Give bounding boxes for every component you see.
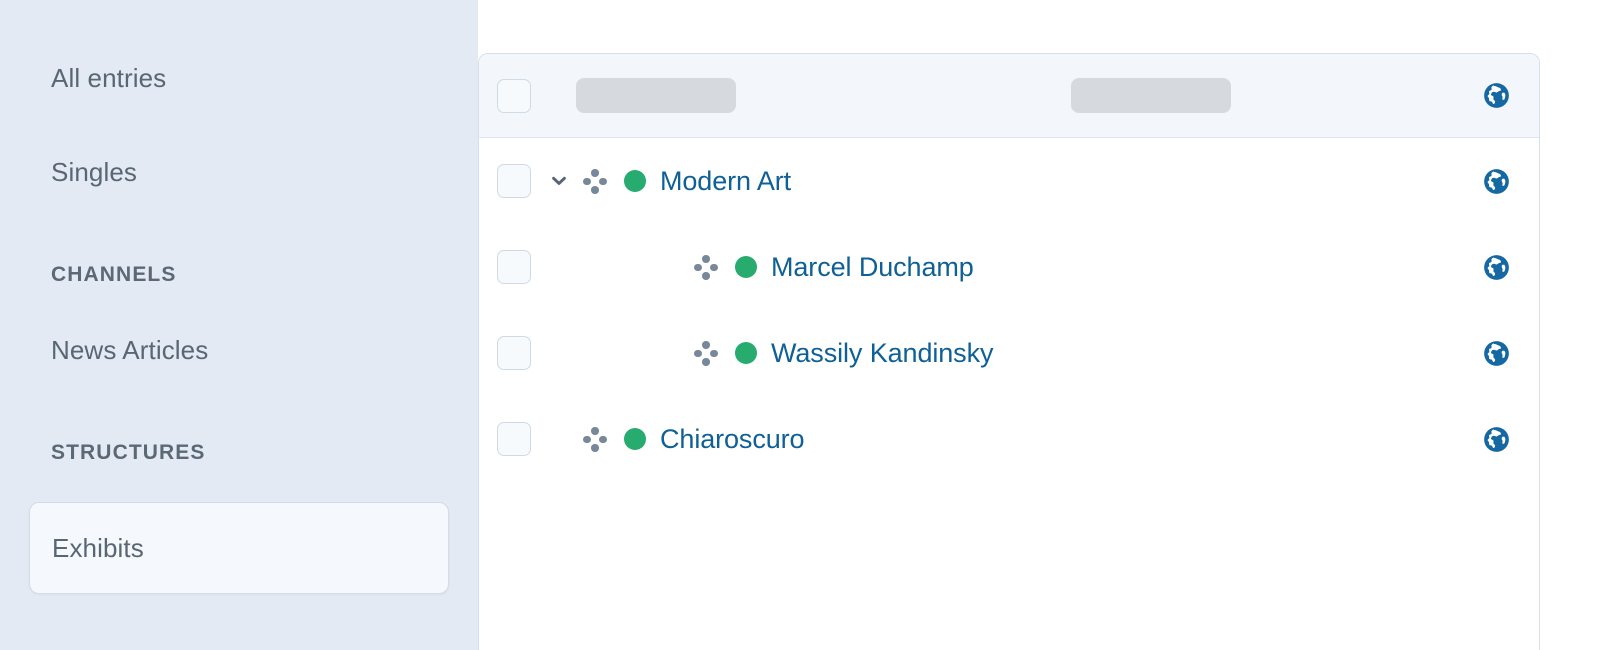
entries-page: All entries Singles CHANNELS News Articl… [0, 0, 1600, 650]
row-checkbox[interactable] [496, 164, 531, 198]
row-globe-cell[interactable] [1453, 340, 1539, 367]
expand-toggle-chevron-down-icon[interactable] [548, 170, 570, 192]
entry-title-link[interactable]: Wassily Kandinsky [771, 338, 993, 369]
table-row[interactable]: Wassily Kandinsky [479, 310, 1539, 396]
select-all-cell [479, 78, 548, 113]
sidebar-item-label: Singles [51, 156, 137, 187]
globe-icon [1483, 340, 1509, 366]
sidebar-item-label: All entries [51, 62, 167, 93]
sidebar-item-exhibits[interactable]: Exhibits [29, 502, 449, 594]
sidebar-item-singles[interactable]: Singles [29, 146, 449, 198]
sidebar-heading-channels: CHANNELS [51, 263, 177, 286]
status-badge [624, 170, 646, 192]
entry-title-link[interactable]: Modern Art [660, 166, 791, 197]
row-globe-cell[interactable] [1453, 168, 1539, 195]
sidebar-item-all-entries[interactable]: All entries [29, 52, 449, 104]
globe-icon [1483, 168, 1509, 194]
status-badge [735, 342, 757, 364]
row-content: Marcel Duchamp [548, 252, 1539, 283]
table-row[interactable]: Marcel Duchamp [479, 224, 1539, 310]
row-checkbox[interactable] [496, 250, 531, 284]
row-checkbox[interactable] [496, 336, 531, 370]
row-checkbox-cell [479, 250, 548, 284]
table-body: Modern Art Marcel Duchamp Wassily Kandin… [479, 138, 1539, 482]
globe-icon [1483, 254, 1509, 280]
table-row[interactable]: Chiaroscuro [479, 396, 1539, 482]
sidebar-item-label: Exhibits [52, 532, 144, 563]
drag-handle-icon[interactable] [582, 168, 608, 194]
drag-handle-icon[interactable] [693, 340, 719, 366]
row-content: Modern Art [548, 166, 1539, 197]
entry-title-link[interactable]: Marcel Duchamp [771, 252, 974, 283]
entries-table: Modern Art Marcel Duchamp Wassily Kandin… [478, 53, 1540, 650]
sidebar-item-label: News Articles [51, 334, 209, 365]
chevron-down-icon [552, 176, 566, 185]
status-badge [624, 428, 646, 450]
row-content: Chiaroscuro [548, 424, 1539, 455]
column-header-globe-cell [1453, 82, 1539, 109]
select-all-checkbox[interactable] [496, 78, 531, 113]
row-checkbox-cell [479, 422, 548, 456]
globe-icon [1483, 83, 1509, 108]
column-header-placeholder-2 [1071, 78, 1231, 113]
status-badge [735, 256, 757, 278]
row-globe-cell[interactable] [1453, 254, 1539, 281]
main-content: Modern Art Marcel Duchamp Wassily Kandin… [478, 0, 1600, 650]
row-checkbox-cell [479, 336, 548, 370]
row-checkbox-cell [479, 164, 548, 198]
sidebar-heading-structures: STRUCTURES [51, 441, 206, 464]
sidebar-item-news-articles[interactable]: News Articles [29, 324, 449, 376]
entry-title-link[interactable]: Chiaroscuro [660, 424, 805, 455]
drag-handle-icon[interactable] [582, 426, 608, 452]
column-header-placeholder-1 [576, 78, 736, 113]
row-content: Wassily Kandinsky [548, 338, 1539, 369]
row-globe-cell[interactable] [1453, 426, 1539, 453]
sidebar: All entries Singles CHANNELS News Articl… [0, 0, 478, 650]
drag-handle-icon[interactable] [693, 254, 719, 280]
globe-icon [1483, 426, 1509, 452]
row-checkbox[interactable] [496, 422, 531, 456]
table-header-row [479, 54, 1539, 138]
table-row[interactable]: Modern Art [479, 138, 1539, 224]
